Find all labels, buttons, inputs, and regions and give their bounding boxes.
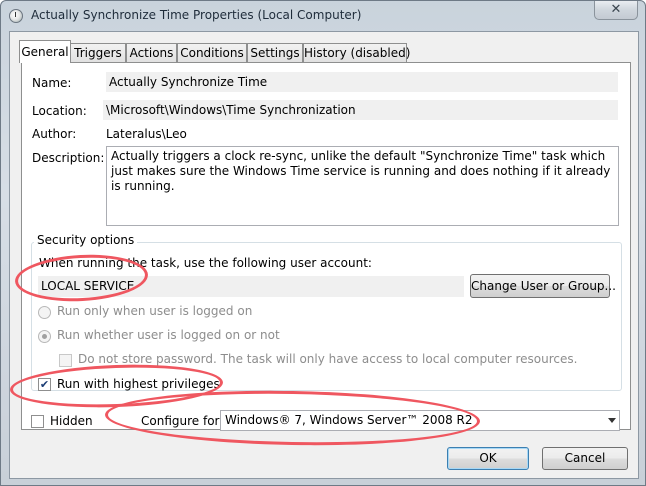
clock-icon [9, 9, 23, 23]
cancel-button[interactable]: Cancel [542, 447, 628, 470]
window-title: Actually Synchronize Time Properties (Lo… [31, 8, 362, 22]
hidden-label: Hidden [50, 414, 93, 428]
close-button[interactable]: ✕ [594, 1, 638, 20]
tab-actions[interactable]: Actions [126, 43, 177, 62]
radio-whether-label: Run whether user is logged on or not [57, 328, 280, 342]
tab-settings[interactable]: Settings [247, 43, 303, 62]
tab-triggers[interactable]: Triggers [70, 43, 126, 62]
name-label: Name: [32, 76, 72, 90]
radio-logged-on-label: Run only when user is logged on [57, 304, 253, 318]
radio-logged-on[interactable] [38, 306, 51, 319]
hidden-checkbox[interactable] [31, 415, 44, 428]
radio-whether-logged-on[interactable] [38, 330, 51, 343]
security-options-title: Security options [34, 233, 138, 247]
location-label: Location: [32, 104, 87, 118]
no-store-password-checkbox[interactable] [59, 354, 72, 367]
description-label: Description: [32, 151, 105, 165]
description-textarea[interactable]: Actually triggers a clock re-sync, unlik… [106, 146, 619, 226]
chevron-down-icon [608, 418, 616, 423]
author-label: Author: [32, 127, 77, 141]
name-field[interactable]: Actually Synchronize Time [106, 72, 618, 92]
tab-general[interactable]: General [19, 40, 71, 63]
change-user-button[interactable]: Change User or Group... [470, 274, 616, 298]
no-store-password-label: Do not store password. The task will onl… [78, 352, 578, 366]
title-bar[interactable]: Actually Synchronize Time Properties (Lo… [1, 1, 645, 31]
author-value: Lateralus\Leo [106, 127, 187, 141]
tab-conditions[interactable]: Conditions [177, 43, 247, 62]
ok-button[interactable]: OK [447, 447, 529, 470]
location-field[interactable]: \Microsoft\Windows\Time Synchronization [103, 100, 618, 120]
tab-history[interactable]: History (disabled) [303, 43, 410, 62]
